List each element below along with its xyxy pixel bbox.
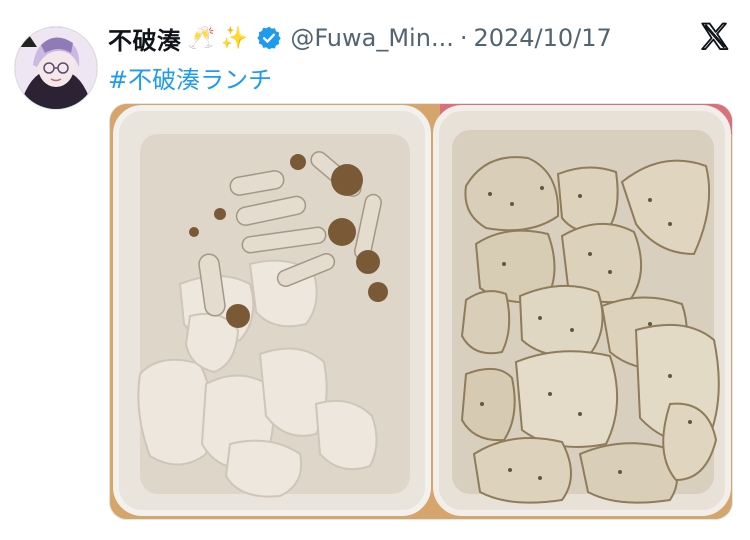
- user-handle[interactable]: @Fuwa_Min...: [290, 24, 454, 52]
- post-date[interactable]: 2024/10/17: [473, 24, 611, 52]
- display-name[interactable]: 不破湊: [108, 21, 182, 56]
- tweet-photo[interactable]: [109, 103, 733, 520]
- separator-dot: ·: [459, 24, 468, 52]
- x-logo-icon[interactable]: [698, 20, 732, 54]
- sparkles-icon: ✨: [220, 25, 249, 51]
- avatar[interactable]: [14, 26, 98, 110]
- lunch-photo-image: [110, 104, 732, 519]
- verified-badge-icon[interactable]: [256, 25, 282, 51]
- tweet-header: 不破湊 🥂 ✨ @Fuwa_Min... · 2024/10/17: [108, 18, 690, 58]
- hashtag-link[interactable]: #不破湊ランチ: [108, 60, 272, 95]
- avatar-image: [15, 27, 97, 109]
- champagne-glasses-icon: 🥂: [187, 25, 215, 51]
